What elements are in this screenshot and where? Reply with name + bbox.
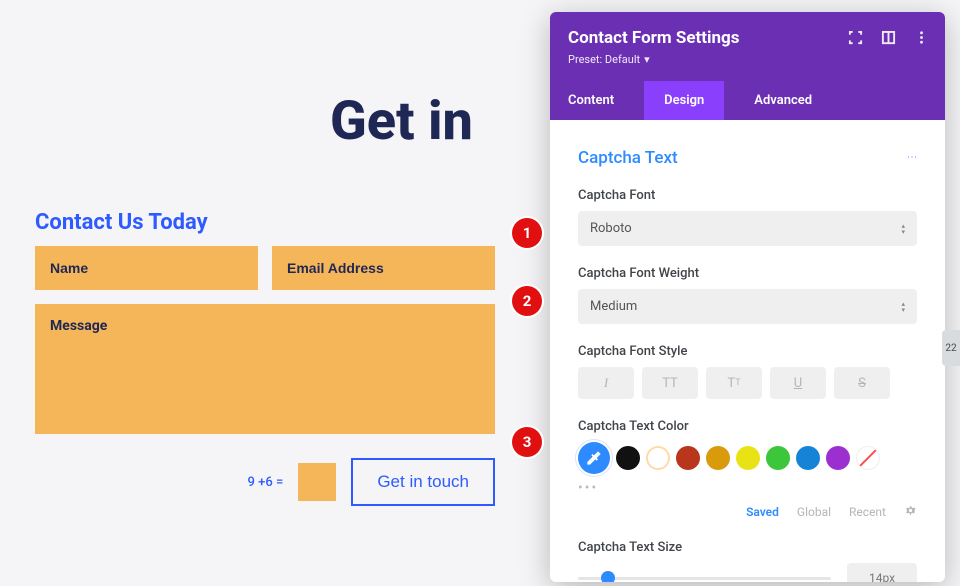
style-label: Captcha Font Style: [578, 344, 917, 359]
style-uppercase-button[interactable]: TT: [642, 367, 698, 399]
edge-tab[interactable]: 22: [942, 330, 960, 366]
captcha-equation: 9 +6 =: [248, 475, 284, 490]
captcha-input[interactable]: [298, 463, 336, 501]
weight-value: Medium: [590, 299, 637, 314]
section-menu-icon[interactable]: ⋮: [906, 152, 917, 164]
annotation-badge-1: 1: [512, 218, 542, 248]
slider-thumb[interactable]: [601, 571, 615, 582]
tab-advanced[interactable]: Advanced: [724, 81, 832, 120]
size-value[interactable]: 14px: [847, 563, 917, 582]
more-colors-icon[interactable]: •••: [578, 480, 917, 496]
color-swatch[interactable]: [796, 446, 820, 470]
contact-heading: Contact Us Today: [35, 210, 208, 235]
color-tab-recent[interactable]: Recent: [849, 505, 886, 519]
page-hero-title: Get in: [330, 90, 473, 153]
color-swatch[interactable]: [766, 446, 790, 470]
color-tab-saved[interactable]: Saved: [746, 505, 779, 519]
color-swatch[interactable]: [736, 446, 760, 470]
color-label: Captcha Text Color: [578, 419, 917, 434]
columns-icon[interactable]: [881, 30, 896, 49]
color-swatch[interactable]: [676, 446, 700, 470]
font-select[interactable]: Roboto: [578, 211, 917, 246]
annotation-badge-3: 3: [512, 427, 542, 457]
panel-tabs: Content Design Advanced: [550, 81, 945, 120]
chevron-down-icon: ▾: [644, 53, 650, 66]
eyedropper-icon: [586, 450, 602, 466]
size-slider[interactable]: [578, 577, 831, 580]
color-tab-global[interactable]: Global: [797, 505, 831, 519]
preset-selector[interactable]: Preset: Default ▾: [568, 53, 650, 66]
color-swatch[interactable]: [616, 446, 640, 470]
style-smallcaps-button[interactable]: TT: [706, 367, 762, 399]
tab-design[interactable]: Design: [644, 81, 724, 120]
color-swatch[interactable]: [646, 446, 670, 470]
style-italic-button[interactable]: I: [578, 367, 634, 399]
font-label: Captcha Font: [578, 188, 917, 203]
section-title[interactable]: Captcha Text: [578, 148, 678, 168]
color-swatch-none[interactable]: [856, 446, 880, 470]
font-value: Roboto: [590, 221, 632, 236]
weight-select[interactable]: Medium: [578, 289, 917, 324]
email-field[interactable]: [272, 246, 495, 290]
color-swatch[interactable]: [826, 446, 850, 470]
annotation-badge-2: 2: [512, 286, 542, 316]
expand-icon[interactable]: [848, 30, 863, 49]
submit-button[interactable]: Get in touch: [351, 458, 495, 506]
style-strikethrough-button[interactable]: S: [834, 367, 890, 399]
tab-content[interactable]: Content: [550, 81, 644, 120]
weight-label: Captcha Font Weight: [578, 266, 917, 281]
settings-panel: Contact Form Settings Preset: Default ▾ …: [550, 12, 945, 582]
color-swatches: [578, 442, 917, 474]
color-swatch[interactable]: [706, 446, 730, 470]
contact-form: 9 +6 = Get in touch: [35, 246, 495, 506]
color-settings-icon[interactable]: [904, 504, 917, 520]
select-caret-icon: [901, 223, 905, 235]
size-label: Captcha Text Size: [578, 540, 917, 555]
message-field[interactable]: [35, 304, 495, 434]
more-icon[interactable]: [914, 30, 929, 49]
select-caret-icon: [901, 301, 905, 313]
color-picker-active[interactable]: [578, 442, 610, 474]
name-field[interactable]: [35, 246, 258, 290]
style-underline-button[interactable]: U: [770, 367, 826, 399]
